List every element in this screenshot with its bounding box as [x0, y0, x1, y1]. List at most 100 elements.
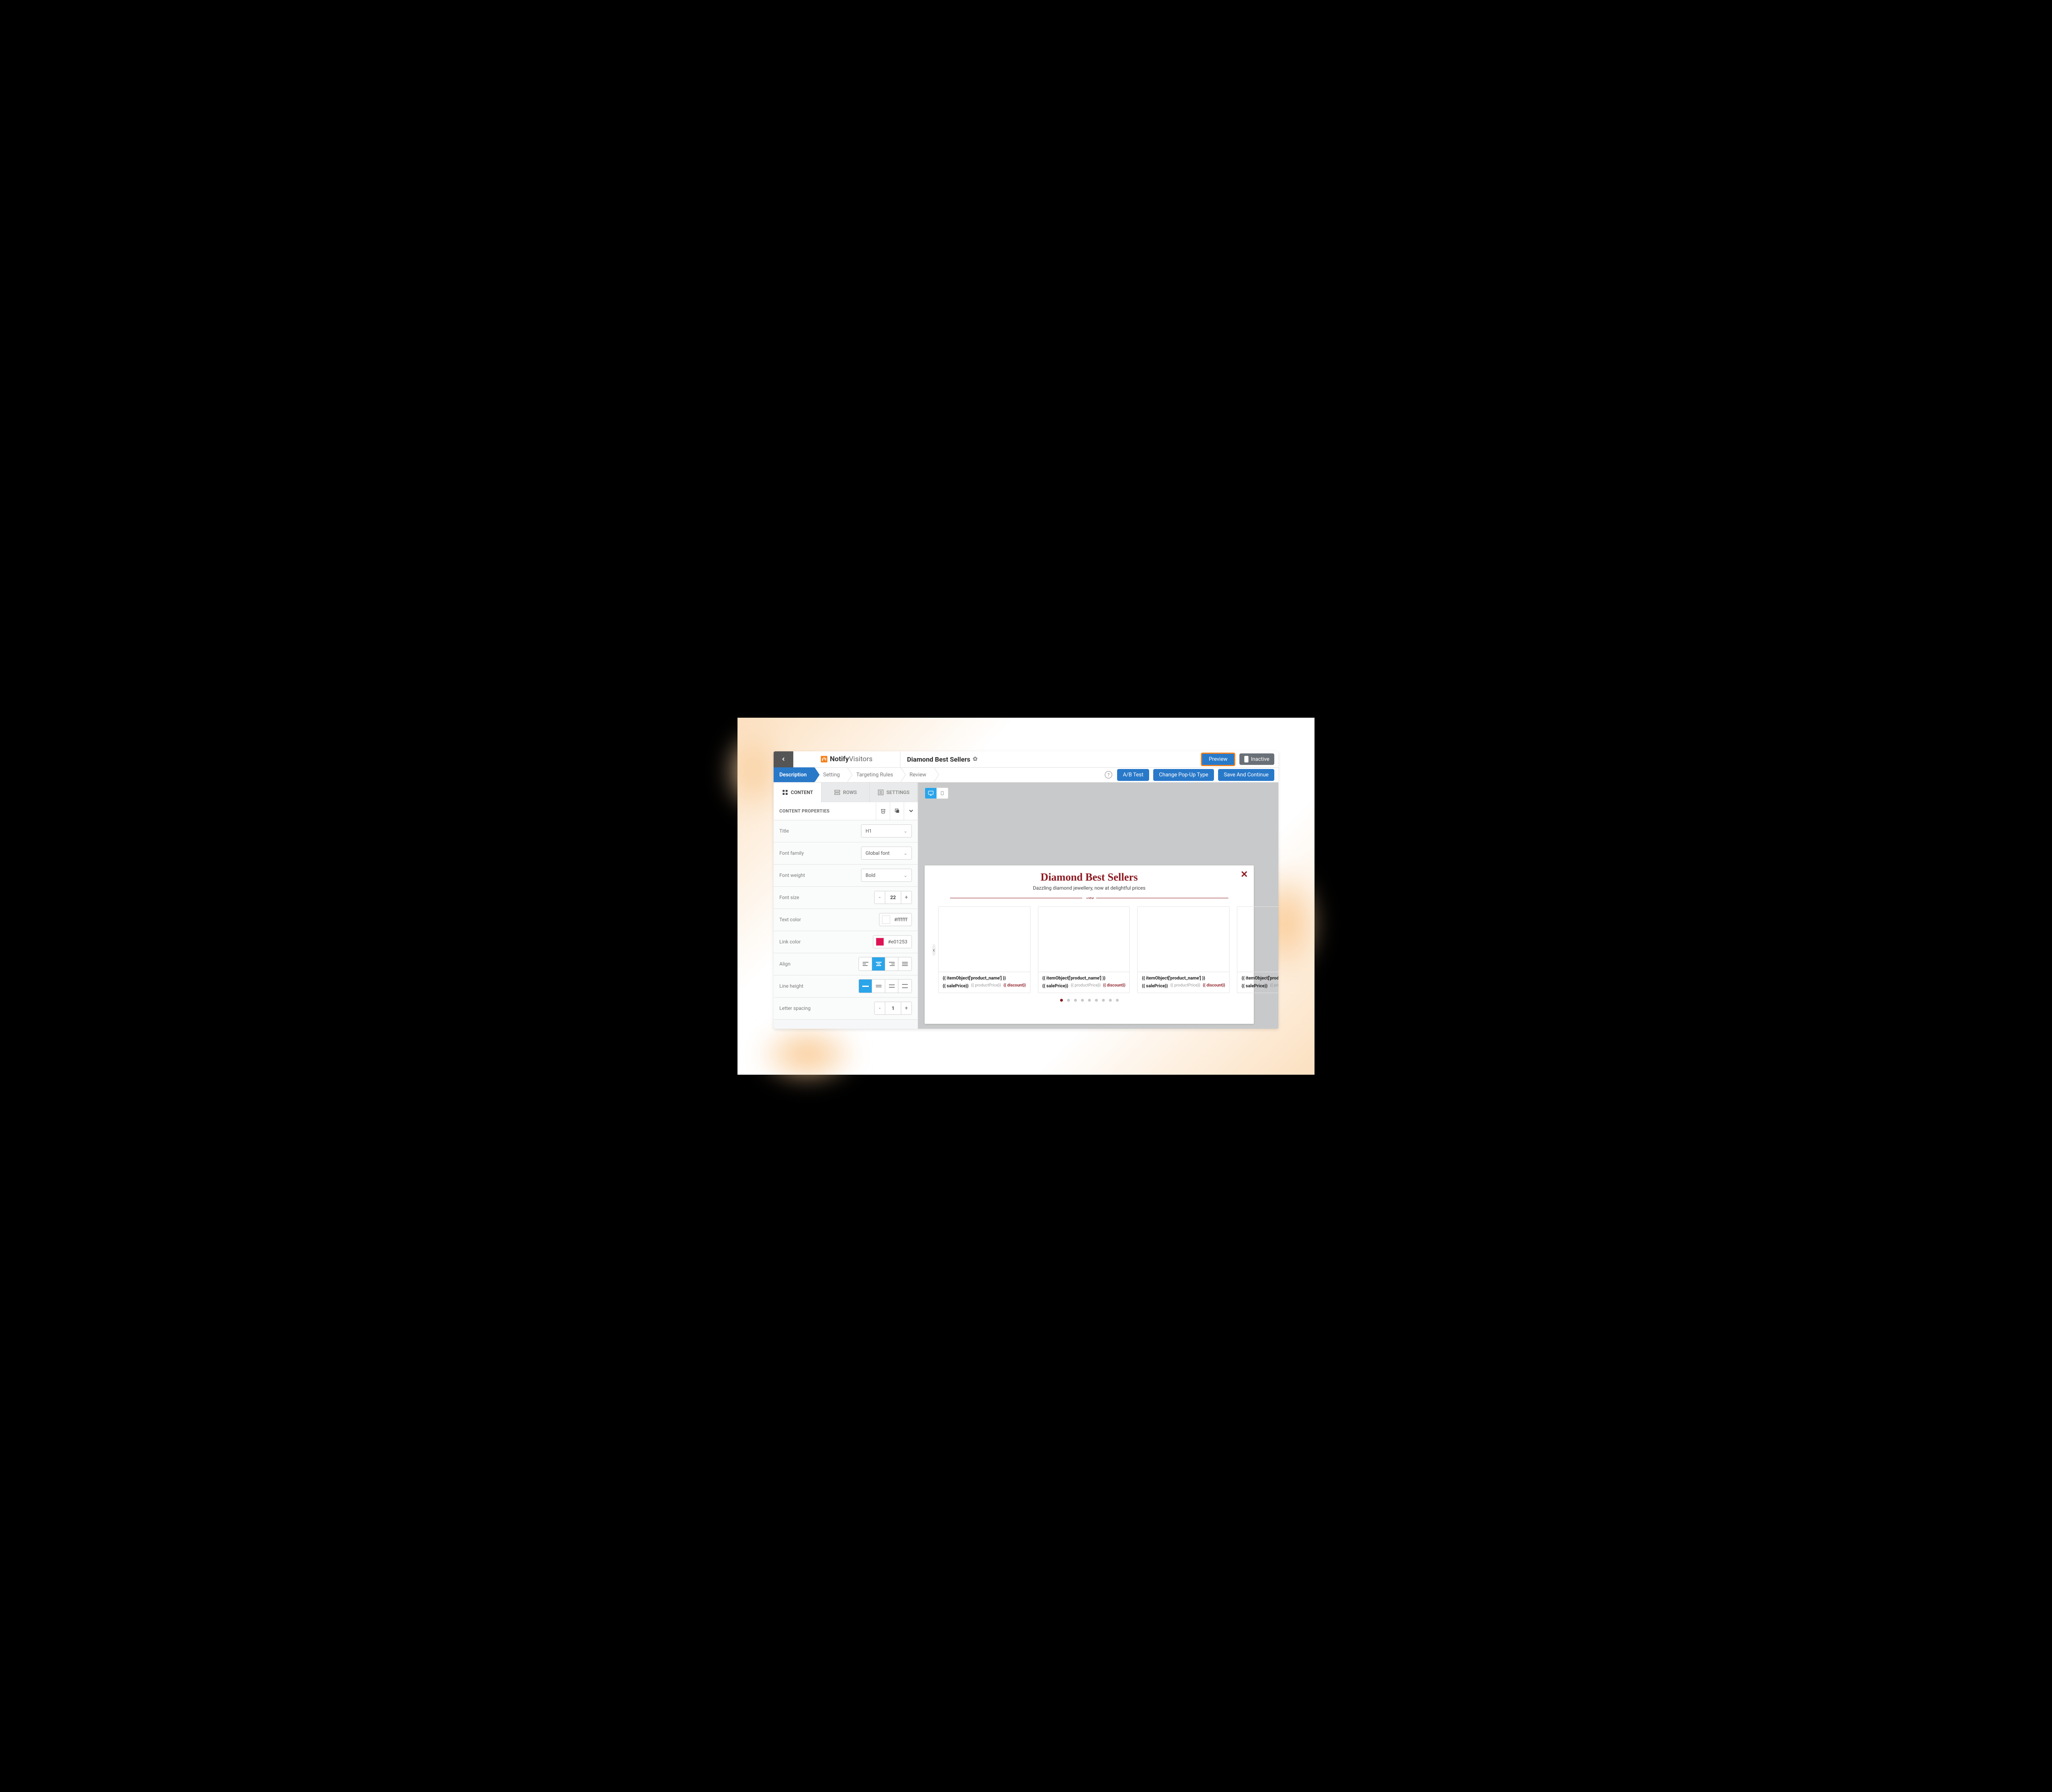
- discount: {{ discount}}: [1003, 983, 1026, 989]
- prop-text-color: Text color #ffffff: [774, 909, 918, 931]
- carousel-dot[interactable]: [1095, 999, 1098, 1002]
- increment-button[interactable]: +: [901, 891, 911, 904]
- help-icon[interactable]: ?: [1105, 771, 1112, 778]
- align-left-button[interactable]: [859, 957, 872, 970]
- prop-align: Align: [774, 953, 918, 975]
- prop-font-family: Font family Global font⌄: [774, 842, 918, 865]
- lineheight-xloose-button[interactable]: [898, 980, 911, 993]
- logo: NotifyVisitors: [793, 755, 900, 763]
- chevron-down-icon: ⌄: [904, 851, 907, 856]
- app-window: NotifyVisitors Diamond Best Sellers ✿ Pr…: [774, 751, 1278, 1029]
- line-height-group: [859, 979, 912, 993]
- steps-bar: Description Setting Targeting Rules Revi…: [774, 768, 1278, 783]
- lineheight-tight-button[interactable]: [859, 980, 872, 993]
- step-description[interactable]: Description: [774, 767, 814, 782]
- mobile-view-button[interactable]: [937, 788, 948, 799]
- sale-price: {{ salePrice}}: [1142, 983, 1168, 989]
- product-image: [1237, 907, 1278, 972]
- delete-icon[interactable]: [876, 802, 890, 820]
- tab-settings[interactable]: SETTINGS: [870, 783, 918, 802]
- product-name: {{ itemObject['product_name'] }}: [1241, 975, 1278, 981]
- prop-line-height: Line height: [774, 975, 918, 998]
- popup-title: Diamond Best Sellers: [933, 871, 1246, 883]
- canvas: ✕ Diamond Best Sellers Dazzling diamond …: [918, 783, 1278, 1029]
- link-color-input[interactable]: #e01253: [873, 935, 912, 948]
- toggle-indicator: [1244, 756, 1248, 762]
- align-justify-button[interactable]: [898, 957, 911, 970]
- carousel-dot[interactable]: [1067, 999, 1070, 1002]
- decrement-button[interactable]: -: [875, 1002, 885, 1014]
- product-image: [1138, 907, 1229, 972]
- carousel-dot[interactable]: [1088, 999, 1091, 1002]
- back-button[interactable]: [774, 751, 793, 768]
- prop-font-size: Font size - 22 +: [774, 887, 918, 909]
- change-popup-type-button[interactable]: Change Pop-Up Type: [1153, 769, 1214, 781]
- top-bar: NotifyVisitors Diamond Best Sellers ✿ Pr…: [774, 751, 1278, 768]
- discount: {{ discount}}: [1103, 983, 1126, 989]
- ab-test-button[interactable]: A/B Test: [1117, 769, 1149, 781]
- rows-icon: [834, 789, 840, 796]
- duplicate-icon[interactable]: [890, 802, 904, 820]
- product-card[interactable]: {{ itemObject['product_name'] }} {{ sale…: [1137, 906, 1230, 993]
- gear-icon[interactable]: ✿: [973, 756, 978, 762]
- divider: ∽∾: [950, 895, 1228, 902]
- carousel-dot[interactable]: [1109, 999, 1112, 1002]
- inactive-toggle[interactable]: Inactive: [1239, 753, 1274, 765]
- close-icon[interactable]: ✕: [1241, 870, 1248, 880]
- tab-rows[interactable]: ROWS: [822, 783, 870, 802]
- lineheight-normal-button[interactable]: [872, 980, 885, 993]
- color-swatch: [882, 915, 890, 924]
- logo-text-light: Visitors: [849, 755, 873, 763]
- carousel-dot[interactable]: [1102, 999, 1105, 1002]
- product-image: [939, 907, 1030, 972]
- list-icon: [877, 789, 884, 796]
- preview-button[interactable]: Preview: [1201, 753, 1235, 766]
- logo-text-bold: Notify: [830, 755, 849, 763]
- side-panel: CONTENT ROWS SETTINGS CONTENT PROPERTIES: [774, 783, 918, 1029]
- chevron-down-icon: ⌄: [904, 828, 907, 834]
- lineheight-loose-button[interactable]: [885, 980, 898, 993]
- title-select[interactable]: H1⌄: [861, 824, 912, 838]
- carousel-dot[interactable]: [1116, 999, 1119, 1002]
- align-right-button[interactable]: [885, 957, 898, 970]
- product-price: {{ productPrice}}: [1170, 983, 1200, 989]
- sale-price: {{ salePrice}}: [1042, 983, 1068, 989]
- decrement-button[interactable]: -: [875, 891, 885, 904]
- color-swatch: [876, 938, 884, 946]
- side-tabs: CONTENT ROWS SETTINGS: [774, 783, 918, 802]
- step-targeting-rules[interactable]: Targeting Rules: [847, 767, 900, 782]
- tab-content[interactable]: CONTENT: [774, 783, 822, 802]
- document-title: Diamond Best Sellers ✿: [900, 755, 978, 763]
- carousel-dot[interactable]: [1081, 999, 1084, 1002]
- carousel-dots: [933, 999, 1246, 1002]
- align-center-button[interactable]: [872, 957, 885, 970]
- desktop-view-button[interactable]: [925, 788, 937, 799]
- text-color-input[interactable]: #ffffff: [879, 913, 912, 926]
- font-size-stepper[interactable]: - 22 +: [874, 891, 912, 904]
- product-name: {{ itemObject['product_name'] }}: [943, 975, 1026, 981]
- save-continue-button[interactable]: Save And Continue: [1218, 769, 1274, 781]
- sale-price: {{ salePrice}}: [943, 983, 969, 989]
- prop-title: Title H1⌄: [774, 820, 918, 842]
- product-image: [1038, 907, 1130, 972]
- font-family-select[interactable]: Global font⌄: [861, 847, 912, 860]
- carousel-dot[interactable]: [1060, 999, 1063, 1002]
- product-card[interactable]: {{ itemObject['product_name'] }} {{ sale…: [938, 906, 1031, 993]
- carousel-dot[interactable]: [1074, 999, 1077, 1002]
- product-carousel: ‹ {{ itemObject['product_name'] }} {{ sa…: [933, 906, 1246, 993]
- font-weight-select[interactable]: Bold⌄: [861, 869, 912, 882]
- prop-font-weight: Font weight Bold⌄: [774, 865, 918, 887]
- product-price: {{ productPrice}}: [1071, 983, 1101, 989]
- collapse-icon[interactable]: [904, 802, 918, 820]
- prop-letter-spacing: Letter spacing - 1 +: [774, 998, 918, 1020]
- ornament-icon: ∽∾: [1086, 895, 1092, 902]
- product-card[interactable]: {{ itemObject['product_name'] }} {{ sale…: [1038, 906, 1130, 993]
- increment-button[interactable]: +: [901, 1002, 911, 1014]
- letter-spacing-stepper[interactable]: - 1 +: [874, 1002, 912, 1015]
- product-card[interactable]: {{ itemObject['product_name'] }} {{ sale…: [1237, 906, 1278, 993]
- product-name: {{ itemObject['product_name'] }}: [1042, 975, 1126, 981]
- grid-icon: [782, 789, 788, 796]
- product-price: {{ productPrice}}: [971, 983, 1001, 989]
- align-group: [859, 957, 912, 971]
- device-toggle: [925, 787, 948, 799]
